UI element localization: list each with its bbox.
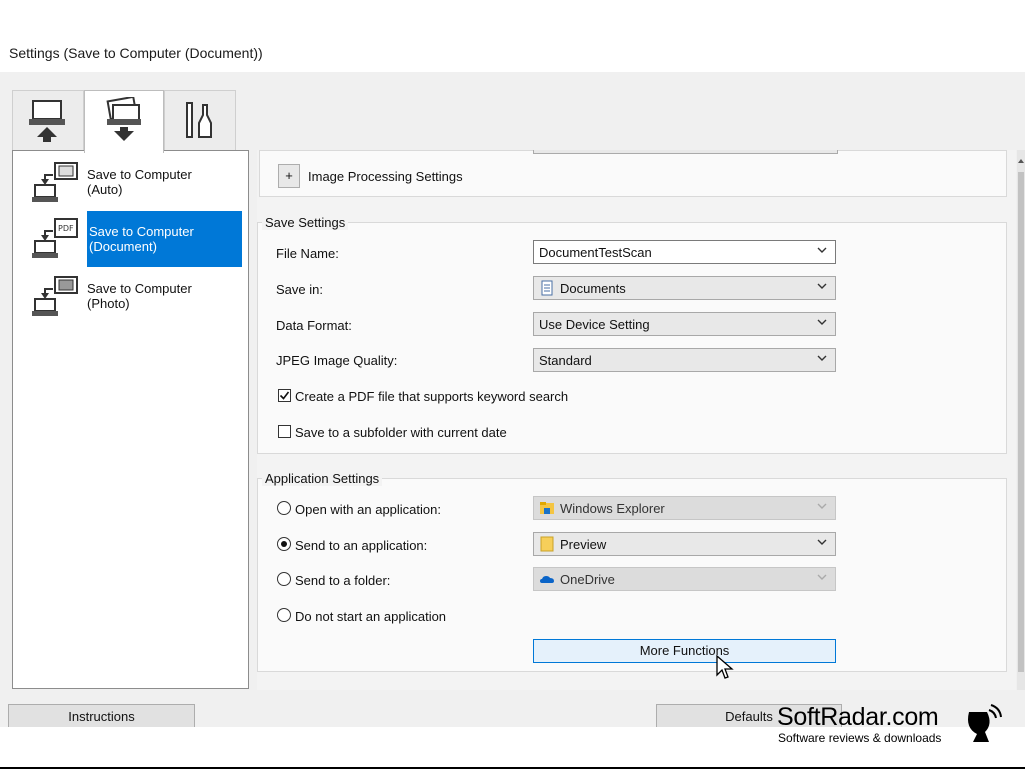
data-format-label: Data Format: bbox=[276, 318, 352, 333]
chevron-down-icon bbox=[817, 319, 827, 325]
tab-save-settings[interactable] bbox=[84, 90, 164, 153]
save-in-value: Documents bbox=[560, 281, 626, 296]
sidebar-item-label: Save to Computer (Document) bbox=[87, 211, 242, 267]
chevron-down-icon bbox=[817, 539, 827, 545]
onedrive-icon bbox=[540, 576, 554, 583]
svg-text:PDF: PDF bbox=[58, 224, 74, 233]
tools-icon bbox=[186, 102, 212, 138]
data-format-value: Use Device Setting bbox=[539, 317, 650, 332]
jpeg-quality-label: JPEG Image Quality: bbox=[276, 353, 398, 368]
sidebar-item-label: Save to Computer (Photo) bbox=[87, 281, 242, 311]
subfolder-checkbox[interactable] bbox=[278, 425, 291, 438]
pdf-keyword-label: Create a PDF file that supports keyword … bbox=[295, 389, 569, 404]
jpeg-quality-value: Standard bbox=[539, 353, 592, 368]
send-to-folder-label: Send to a folder: bbox=[295, 573, 391, 588]
chevron-down-icon bbox=[817, 247, 827, 253]
label-line: (Photo) bbox=[87, 296, 130, 311]
send-to-app-value: Preview bbox=[560, 537, 607, 552]
vertical-scrollbar[interactable] bbox=[1017, 150, 1025, 690]
tab-general-settings[interactable] bbox=[164, 90, 236, 151]
scanner-icon bbox=[106, 97, 141, 141]
send-to-folder-combo[interactable]: OneDrive bbox=[533, 567, 836, 591]
checkmark-icon bbox=[279, 391, 290, 400]
watermark-brand: SoftRadar.com bbox=[777, 703, 939, 731]
sidebar-item-save-document[interactable]: PDF Save to Computer (Document) bbox=[13, 211, 248, 267]
jpeg-quality-combo[interactable]: Standard bbox=[533, 348, 836, 372]
documents-folder-icon bbox=[541, 280, 553, 296]
sidebar-item-save-photo[interactable]: Save to Computer (Photo) bbox=[13, 269, 248, 321]
scrollbar-thumb[interactable] bbox=[1018, 172, 1024, 672]
file-explorer-icon bbox=[540, 502, 554, 514]
chevron-down-icon bbox=[817, 283, 827, 289]
no-app-label: Do not start an application bbox=[295, 609, 447, 624]
satellite-dish-icon bbox=[968, 704, 1002, 742]
send-to-app-label: Send to an application: bbox=[295, 538, 428, 553]
send-to-folder-radio[interactable] bbox=[277, 572, 291, 586]
scan-mode-list: Save to Computer (Auto) PDF Save to Comp… bbox=[12, 150, 249, 689]
sidebar-item-label: Save to Computer (Auto) bbox=[87, 167, 242, 197]
sidebar-item-save-auto[interactable]: Save to Computer (Auto) bbox=[13, 155, 248, 207]
save-in-combo[interactable]: Documents bbox=[533, 276, 836, 300]
open-with-app-combo[interactable]: Windows Explorer bbox=[533, 496, 836, 520]
window-title: Settings (Save to Computer (Document)) bbox=[9, 45, 263, 61]
more-functions-button[interactable]: More Functions bbox=[533, 639, 836, 663]
save-to-computer-icon bbox=[32, 162, 78, 202]
application-settings-heading: Application Settings bbox=[262, 471, 383, 486]
computer-icon bbox=[29, 100, 65, 142]
chevron-down-icon bbox=[817, 574, 827, 580]
send-to-app-combo[interactable]: Preview bbox=[533, 532, 836, 556]
file-name-value: DocumentTestScan bbox=[539, 245, 652, 260]
send-to-app-radio[interactable] bbox=[277, 537, 291, 551]
subfolder-label: Save to a subfolder with current date bbox=[295, 425, 507, 440]
open-with-app-radio[interactable] bbox=[277, 501, 291, 515]
save-in-label: Save in: bbox=[276, 282, 323, 297]
pdf-keyword-checkbox[interactable] bbox=[278, 389, 291, 402]
softradar-watermark: SoftRadar.com Software reviews & downloa… bbox=[777, 703, 941, 745]
send-to-folder-value: OneDrive bbox=[560, 572, 615, 587]
open-with-app-label: Open with an application: bbox=[295, 502, 441, 517]
mouse-cursor-icon bbox=[716, 655, 734, 679]
save-pdf-icon: PDF bbox=[32, 218, 78, 258]
combo-partial bbox=[533, 150, 838, 154]
save-photo-icon bbox=[32, 276, 78, 316]
label-line: (Auto) bbox=[87, 182, 123, 197]
label-line: Save to Computer bbox=[87, 167, 192, 182]
data-format-combo[interactable]: Use Device Setting bbox=[533, 312, 836, 336]
preview-app-icon bbox=[540, 536, 554, 552]
file-name-combo[interactable]: DocumentTestScan bbox=[533, 240, 836, 264]
label-line: Save to Computer bbox=[87, 281, 192, 296]
chevron-down-icon bbox=[817, 355, 827, 361]
instructions-button[interactable]: Instructions bbox=[8, 704, 195, 728]
watermark-tagline: Software reviews & downloads bbox=[778, 731, 942, 745]
file-name-label: File Name: bbox=[276, 246, 339, 261]
save-settings-heading: Save Settings bbox=[262, 215, 349, 230]
label-line: (Document) bbox=[89, 239, 157, 254]
label-line: Save to Computer bbox=[89, 224, 194, 239]
image-processing-label: Image Processing Settings bbox=[308, 169, 463, 184]
expand-image-processing-button[interactable]: + bbox=[278, 164, 300, 188]
tab-scan-from-computer[interactable] bbox=[12, 90, 84, 151]
radio-dot bbox=[281, 541, 287, 547]
scroll-up-icon bbox=[1018, 159, 1024, 163]
chevron-down-icon bbox=[817, 503, 827, 509]
open-with-app-value: Windows Explorer bbox=[560, 501, 665, 516]
no-app-radio[interactable] bbox=[277, 608, 291, 622]
